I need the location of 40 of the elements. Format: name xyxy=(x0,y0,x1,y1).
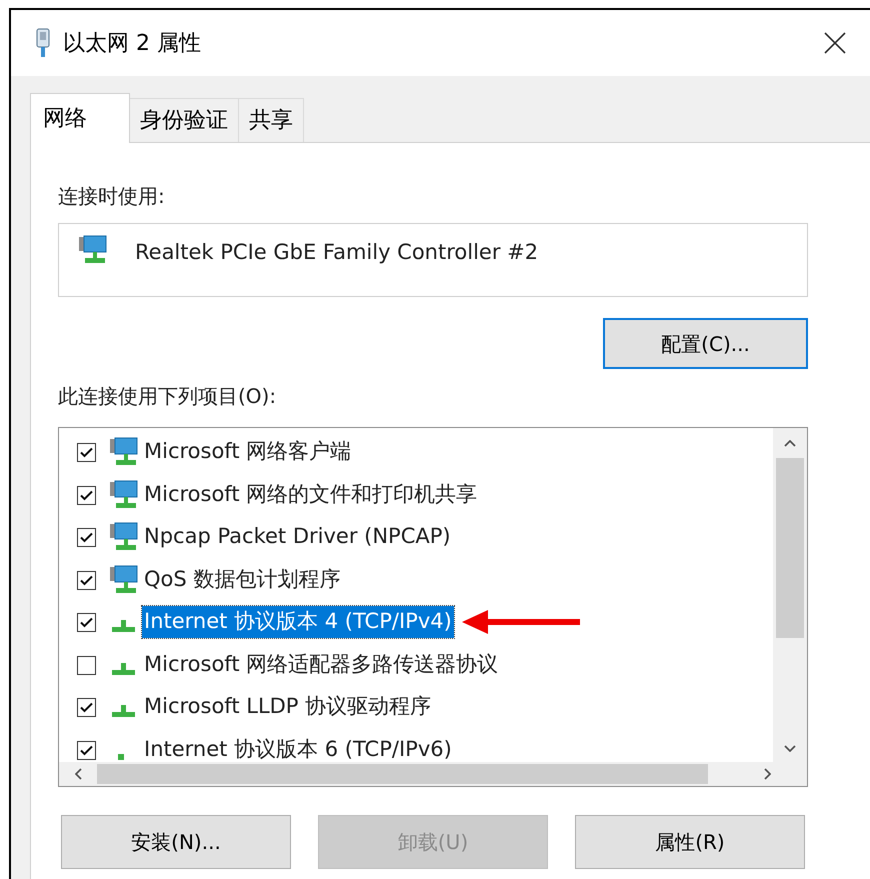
action-button[interactable]: 安装(N)... xyxy=(61,815,291,869)
window-title: 以太网 2 属性 xyxy=(63,30,201,58)
list-item[interactable]: QoS 数据包计划程序 xyxy=(142,564,342,595)
ethernet-plug-icon xyxy=(35,28,51,58)
configure-button[interactable]: 配置(C)... xyxy=(603,318,808,369)
list-item[interactable]: Microsoft 网络的文件和打印机共享 xyxy=(142,478,480,510)
network-computer-icon xyxy=(108,564,140,596)
network-protocol-icon xyxy=(118,754,124,760)
scroll-left-icon[interactable] xyxy=(74,768,82,780)
checkbox[interactable] xyxy=(77,698,96,717)
scroll-down-icon[interactable] xyxy=(784,744,796,752)
checkbox[interactable] xyxy=(77,570,96,590)
checkbox[interactable] xyxy=(77,740,96,760)
network-computer-icon xyxy=(108,478,140,510)
checkbox[interactable] xyxy=(77,656,96,674)
scroll-up-icon[interactable] xyxy=(784,440,796,446)
scroll-right-icon[interactable] xyxy=(764,768,770,780)
network-computer-icon xyxy=(108,436,140,468)
network-computer-icon xyxy=(77,234,109,266)
checkbox[interactable] xyxy=(77,528,96,547)
vertical-scrollbar[interactable] xyxy=(773,428,807,762)
close-icon xyxy=(824,32,846,54)
list-item[interactable]: Microsoft LLDP 协议驱动程序 xyxy=(142,691,434,722)
list-item[interactable]: Internet 协议版本 6 (TCP/IPv6) xyxy=(142,734,454,762)
checkbox[interactable] xyxy=(77,443,96,462)
tab[interactable]: 网络 xyxy=(30,93,130,143)
horizontal-scrollbar[interactable] xyxy=(59,762,807,786)
action-button[interactable]: 属性(R) xyxy=(575,815,805,869)
list-item[interactable]: Npcap Packet Driver (NPCAP) xyxy=(142,521,453,552)
list-item[interactable]: Microsoft 网络客户端 xyxy=(142,436,354,468)
field-label: 连接时使用: xyxy=(58,183,166,210)
network-computer-icon xyxy=(108,521,140,553)
adapter-name: Realtek PCIe GbE Family Controller #2 xyxy=(135,239,538,266)
checkbox[interactable] xyxy=(77,486,96,504)
checkbox[interactable] xyxy=(77,613,96,632)
list-item[interactable]: Microsoft 网络适配器多路传送器协议 xyxy=(142,648,500,680)
field-label: 此连接使用下列项目(O): xyxy=(58,383,278,410)
tab[interactable]: 共享 xyxy=(239,98,304,142)
list-item[interactable]: Internet 协议版本 4 (TCP/IPv4) xyxy=(142,606,454,638)
tab[interactable]: 身份验证 xyxy=(130,98,239,142)
